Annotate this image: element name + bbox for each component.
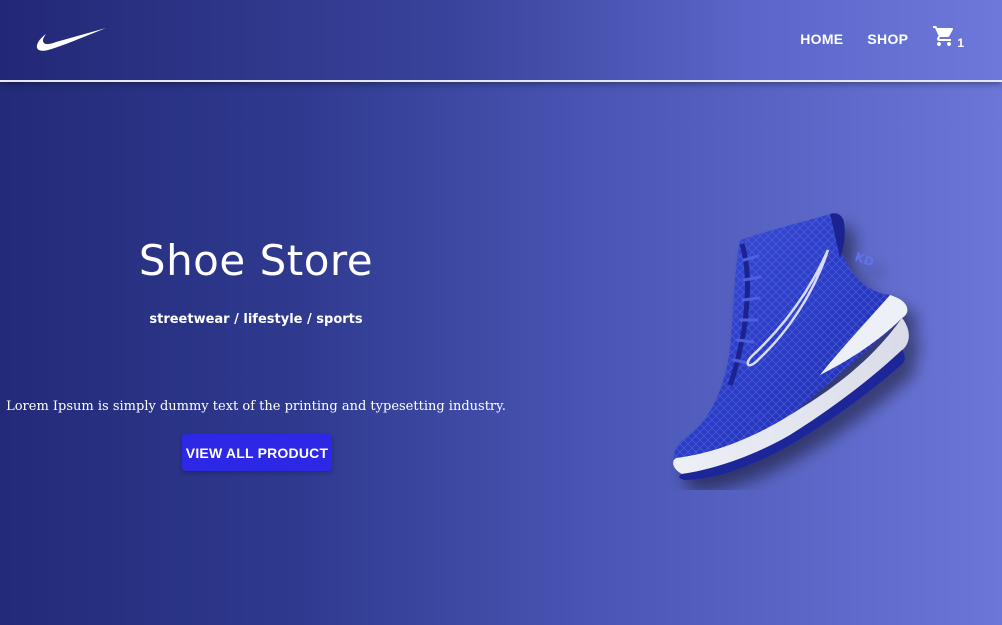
cart-count-badge: 1 [957, 36, 964, 50]
sneaker-image: KD zoom [673, 213, 909, 480]
hero-title: Shoe Store [138, 236, 374, 285]
cart-icon [933, 26, 954, 46]
nav-home[interactable]: HOME [800, 31, 843, 47]
hero-subtitle: streetwear / lifestyle / sports [149, 312, 363, 327]
main-nav: HOME SHOP 1 [800, 26, 964, 50]
top-navbar: HOME SHOP 1 [0, 0, 1002, 82]
svg-text:KD: KD [853, 250, 876, 270]
hero-description: Lorem Ipsum is simply dummy text of the … [6, 399, 506, 414]
view-all-products-button[interactable]: VIEW ALL PRODUCT [182, 434, 332, 471]
nav-shop[interactable]: SHOP [867, 31, 908, 47]
swoosh-icon[interactable] [34, 26, 108, 56]
cart-button[interactable]: 1 [932, 24, 964, 50]
